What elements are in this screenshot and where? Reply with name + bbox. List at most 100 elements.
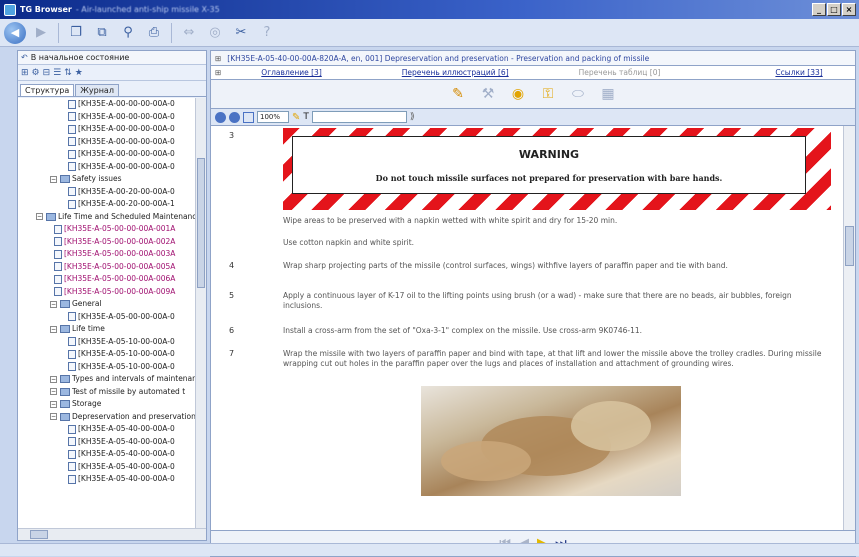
step-text: Wipe areas to be preserved with a napkin… [283,216,618,225]
scroll-thumb[interactable] [197,158,205,288]
fit-icon[interactable] [243,111,254,123]
close-button[interactable]: × [842,3,856,16]
tree-document[interactable]: [KH35E-A-05-00-00-00A-001A [18,223,196,236]
expand-toggle-icon[interactable]: − [50,413,57,421]
tree-document[interactable]: [KH35E-A-05-00-00-00A-009A [18,286,196,299]
tables-link[interactable]: Перечень таблиц [0] [579,68,661,77]
minimize-button[interactable]: _ [812,3,826,16]
tree-item-label: Test of missile by automated t [72,386,186,396]
tree-document[interactable]: [KH35E-A-00-00-00-00A-0 [18,123,196,136]
tree-document[interactable]: [KH35E-A-05-00-00-00A-005A [18,261,196,274]
tab-journal[interactable]: Журнал [75,84,119,96]
tree-document[interactable]: [KH35E-A-05-40-00-00A-0 [18,423,196,436]
expand-toggle-icon[interactable]: − [50,175,57,183]
tree-document[interactable]: [KH35E-A-05-40-00-00A-0 [18,461,196,474]
record-icon[interactable]: ⬭ [568,84,588,104]
tree-item-label: [KH35E-A-05-40-00-00A-0 [78,461,175,471]
tree-item-label: [KH35E-A-05-00-00-00A-0 [78,311,175,321]
tree-folder[interactable]: − Life time [18,323,196,336]
print-icon[interactable]: ⎙ [143,22,165,44]
tree-document[interactable]: [KH35E-A-00-00-00-00A-0 [18,98,196,111]
document-icon [68,474,76,484]
tree-document[interactable]: [KH35E-A-05-40-00-00A-0 [18,448,196,461]
tree-item-label: [KH35E-A-05-00-00-00A-009A [64,286,176,296]
text-select-icon[interactable]: T [303,112,309,122]
references-link[interactable]: Ссылки [33] [775,68,822,77]
back-page-icon[interactable] [215,111,226,123]
scroll-thumb[interactable] [30,530,48,539]
scroll-thumb[interactable] [845,226,854,266]
tree-document[interactable]: [KH35E-A-00-00-00-00A-0 [18,136,196,149]
folder-icon [60,300,70,309]
tree-scrollbar[interactable] [195,98,206,528]
expand-toggle-icon[interactable]: − [50,388,57,396]
document-header: ⊞ [KH35E-A-05-40-00-00A-820A-A, en, 001]… [210,50,856,66]
help-icon[interactable]: ? [256,22,278,44]
zoom-select[interactable]: 100% [257,111,289,123]
tree-document[interactable]: [KH35E-A-05-00-00-00A-0 [18,311,196,324]
expand-icon[interactable]: ⊞ [21,68,29,78]
highlight-icon[interactable]: ✎ [292,112,300,123]
tree-folder[interactable]: − Safety issues [18,173,196,186]
sync-icon[interactable]: ⇅ [64,68,72,78]
settings-icon[interactable]: ✂ [230,22,252,44]
tree-document[interactable]: [KH35E-A-05-10-00-00A-0 [18,348,196,361]
expand-toggle-icon[interactable]: − [50,400,57,408]
illustrations-link[interactable]: Перечень иллюстраций [6] [402,68,509,77]
folder-icon [60,375,70,384]
tree-folder[interactable]: − Storage [18,398,196,411]
toc-link[interactable]: Оглавление [3] [261,68,321,77]
expand-icon[interactable]: ⊞ [215,54,221,63]
document-icon [54,287,62,297]
warning-text: Do not touch missile surfaces not prepar… [375,173,723,183]
tree-folder[interactable]: − General [18,298,196,311]
tree-document[interactable]: [KH35E-A-05-10-00-00A-0 [18,336,196,349]
expand-toggle-icon[interactable]: − [36,213,43,221]
bookmark-icon[interactable]: ⇔ [178,22,200,44]
find-next-icon[interactable]: ⟫ [410,112,415,122]
tab-structure[interactable]: Структура [20,84,75,96]
edit-icon[interactable]: ✎ [448,84,468,104]
document-icon [68,137,76,147]
refresh-icon[interactable]: ◎ [204,22,226,44]
bookmarks-icon[interactable]: ★ [75,68,83,78]
content-scrollbar[interactable] [843,126,855,530]
info-icon[interactable]: ◉ [508,84,528,104]
tree-document[interactable]: [KH35E-A-05-00-00-00A-006A [18,273,196,286]
find-icon[interactable]: ⚲ [117,22,139,44]
expand-icon[interactable]: ⊞ [215,68,221,77]
filter-icon[interactable]: ⚙ [32,68,40,78]
tree-document[interactable]: [KH35E-A-05-00-00-00A-003A [18,248,196,261]
search-input[interactable] [311,111,407,123]
pages-icon[interactable]: ❐ [65,22,87,44]
tree-hscrollbar[interactable] [18,528,206,540]
step-number: 3 [229,131,235,140]
tree-document[interactable]: [KH35E-A-05-40-00-00A-0 [18,436,196,449]
tree-document[interactable]: [KH35E-A-00-20-00-00A-0 [18,186,196,199]
tree-document[interactable]: [KH35E-A-05-40-00-00A-0 [18,473,196,486]
tree-folder[interactable]: − Life Time and Scheduled Maintenance [18,211,196,224]
copy-icon[interactable]: ⧉ [91,22,113,44]
tree-view-icon[interactable]: ☰ [53,68,61,78]
expand-toggle-icon[interactable]: − [50,375,57,383]
back-icon[interactable]: ◀ [4,21,26,44]
forward-icon[interactable]: ▶ [30,22,52,44]
tree-document[interactable]: [KH35E-A-00-20-00-00A-1 [18,198,196,211]
tree-document[interactable]: [KH35E-A-00-00-00-00A-0 [18,148,196,161]
tree-document[interactable]: [KH35E-A-00-00-00-00A-0 [18,111,196,124]
initial-state-link[interactable]: ↶ В начальное состояние [18,51,206,65]
grid-icon[interactable]: ▦ [598,84,618,104]
key-icon[interactable]: ⚿ [538,84,558,104]
tree-folder[interactable]: − Test of missile by automated t [18,386,196,399]
tree-document[interactable]: [KH35E-A-05-00-00-00A-002A [18,236,196,249]
tree-document[interactable]: [KH35E-A-05-10-00-00A-0 [18,361,196,374]
expand-toggle-icon[interactable]: − [50,300,57,308]
forward-page-icon[interactable] [229,111,240,123]
tools-icon[interactable]: ⚒ [478,84,498,104]
expand-toggle-icon[interactable]: − [50,325,57,333]
tree-folder[interactable]: − Types and intervals of maintenance [18,373,196,386]
tree-folder[interactable]: − Depreservation and preservation [18,411,196,424]
tree-document[interactable]: [KH35E-A-00-00-00-00A-0 [18,161,196,174]
maximize-button[interactable]: □ [827,3,841,16]
collapse-icon[interactable]: ⊟ [43,68,51,78]
